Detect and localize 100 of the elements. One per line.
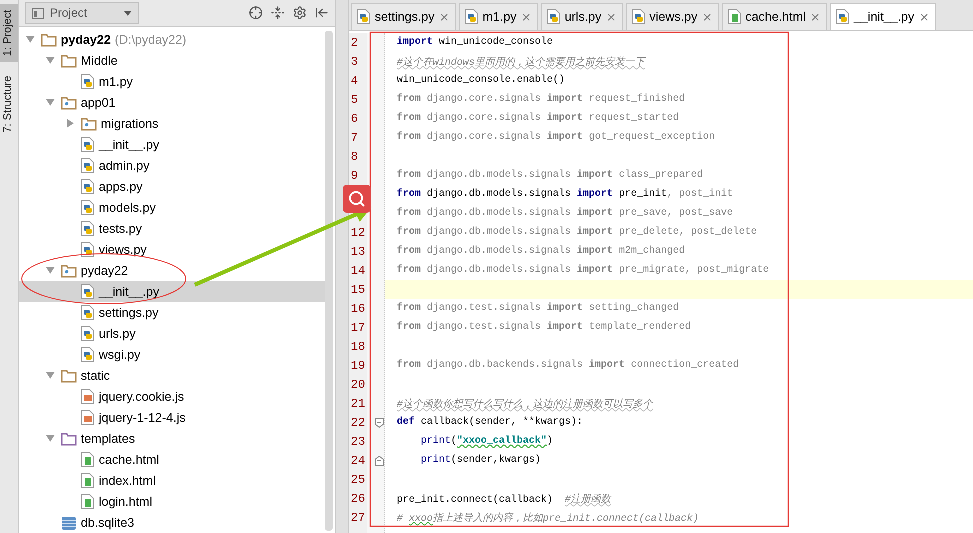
collapsed-triangle-icon[interactable] <box>66 119 74 128</box>
line-number: 26 <box>351 492 366 506</box>
tree-item-label: Middle <box>81 54 118 68</box>
tree-item[interactable]: login.html <box>19 491 325 512</box>
tree-item[interactable]: admin.py <box>19 155 325 176</box>
tree-item[interactable]: __init__.py <box>19 281 325 302</box>
tree-item[interactable]: apps.py <box>19 176 325 197</box>
expanded-triangle-icon[interactable] <box>46 98 54 107</box>
tree-item[interactable]: Middle <box>19 50 325 71</box>
tool-window-tab[interactable]: 7: Structure <box>0 70 18 140</box>
code-text: #这个函数你想写什么写什么，这边的注册函数可以写多个 <box>396 398 654 410</box>
tree-item[interactable]: views.py <box>19 239 325 260</box>
settings-icon[interactable] <box>293 6 307 20</box>
tree-item[interactable]: migrations <box>19 113 325 134</box>
close-icon[interactable] <box>918 12 930 22</box>
fold-marker-icon[interactable] <box>375 418 384 428</box>
python-file-icon <box>81 220 95 236</box>
python-file-icon <box>81 346 95 362</box>
tree-item-label: apps.py <box>99 180 143 194</box>
line-number: 27 <box>351 510 366 524</box>
expanded-triangle-icon[interactable] <box>26 35 34 44</box>
folder-icon <box>61 432 77 446</box>
tree-item[interactable]: jquery-1-12-4.js <box>19 407 325 428</box>
code-text: from django.db.models.signals import pre_init, post_init <box>396 189 734 200</box>
python-file-icon <box>81 242 95 258</box>
tree-item-label: login.html <box>99 494 152 508</box>
project-view-dropdown[interactable]: Project <box>25 2 139 24</box>
tree-item[interactable]: settings.py <box>19 302 325 323</box>
line-number: 8 <box>351 150 358 164</box>
python-file-icon <box>81 200 95 216</box>
editor-tab[interactable]: views.py <box>626 3 719 30</box>
hide-icon[interactable] <box>315 6 329 20</box>
close-icon[interactable] <box>606 12 617 22</box>
tree-item[interactable]: m1.py <box>19 71 325 92</box>
code-text: print(sender,kwargs) <box>420 455 542 466</box>
tree-item-label: pyday22 <box>61 32 112 46</box>
expanded-triangle-icon[interactable] <box>46 434 54 443</box>
tree-item[interactable]: wsgi.py <box>19 344 325 365</box>
html-file-icon <box>81 452 95 468</box>
tree-item[interactable]: templates <box>19 428 325 449</box>
html-file-icon <box>81 494 95 510</box>
tree-item-label: tests.py <box>99 222 142 236</box>
tree-item-label: pyday22 <box>81 264 128 278</box>
python-file-icon <box>81 74 95 90</box>
tree-item-label: wsgi.py <box>99 348 141 362</box>
code-text: print("xxoo_callback") <box>420 436 554 447</box>
tree-item[interactable]: static <box>19 365 325 386</box>
tree-item[interactable]: tests.py <box>19 218 325 239</box>
scrollbar[interactable] <box>325 31 333 531</box>
python-file-icon <box>81 178 95 194</box>
tree-item-label: cache.html <box>99 452 160 466</box>
line-number: 2 <box>351 36 358 50</box>
editor-tab[interactable]: m1.py <box>458 3 538 30</box>
line-number: 6 <box>351 112 358 126</box>
tree-item[interactable]: index.html <box>19 470 325 491</box>
python-file-icon <box>81 136 95 152</box>
collapse-icon[interactable] <box>271 6 285 20</box>
expanded-triangle-icon[interactable] <box>46 56 54 65</box>
tool-window-tab[interactable]: 1: Project <box>0 4 18 62</box>
close-icon[interactable] <box>702 12 713 22</box>
tree-item[interactable]: pyday22 <box>19 260 325 281</box>
line-number: 9 <box>351 168 358 182</box>
caret-icon <box>124 10 132 16</box>
python-file-icon <box>81 304 95 320</box>
tree-item[interactable]: cache.html <box>19 449 325 470</box>
line-number: 23 <box>351 434 366 448</box>
tree-item-label: urls.py <box>99 326 136 340</box>
tree-item[interactable]: urls.py <box>19 323 325 344</box>
tree-item[interactable]: app01 <box>19 92 325 113</box>
tree-item-label: templates <box>81 432 136 446</box>
tree-item-label: migrations <box>101 116 159 130</box>
editor-tab[interactable]: cache.html <box>722 3 828 30</box>
close-icon[interactable] <box>810 12 822 22</box>
splitter[interactable] <box>336 0 349 533</box>
locate-icon[interactable] <box>249 6 263 20</box>
editor-tab[interactable]: __init__.py <box>830 3 936 30</box>
python-file-icon <box>836 9 850 25</box>
tree-item-label: views.py <box>99 242 147 256</box>
js-file-icon <box>81 388 95 404</box>
js-file-icon <box>81 410 95 426</box>
tree-item[interactable]: pyday22 (D:\pyday22) <box>19 29 325 50</box>
fold-marker-icon[interactable] <box>375 456 384 466</box>
search-button[interactable] <box>343 185 371 213</box>
expanded-triangle-icon[interactable] <box>46 266 54 275</box>
tree-item[interactable]: __init__.py <box>19 134 325 155</box>
tree-item[interactable]: db.sqlite3 <box>19 512 325 533</box>
tree-item-label: __init__.py <box>99 138 160 152</box>
package-folder-icon <box>61 96 77 110</box>
close-icon[interactable] <box>520 12 532 22</box>
editor-tab[interactable]: urls.py <box>540 3 623 30</box>
close-icon[interactable] <box>438 12 450 22</box>
tree-item[interactable]: jquery.cookie.js <box>19 386 325 407</box>
tree-item[interactable]: models.py <box>19 197 325 218</box>
code-text: from django.db.backends.signals import connection_created <box>396 360 740 371</box>
line-number: 12 <box>351 226 366 240</box>
tree-item-label: models.py <box>99 200 156 214</box>
expanded-triangle-icon[interactable] <box>46 371 54 380</box>
html-file-icon <box>81 472 95 488</box>
python-file-icon <box>546 9 561 25</box>
editor-tab[interactable]: settings.py <box>351 3 456 30</box>
